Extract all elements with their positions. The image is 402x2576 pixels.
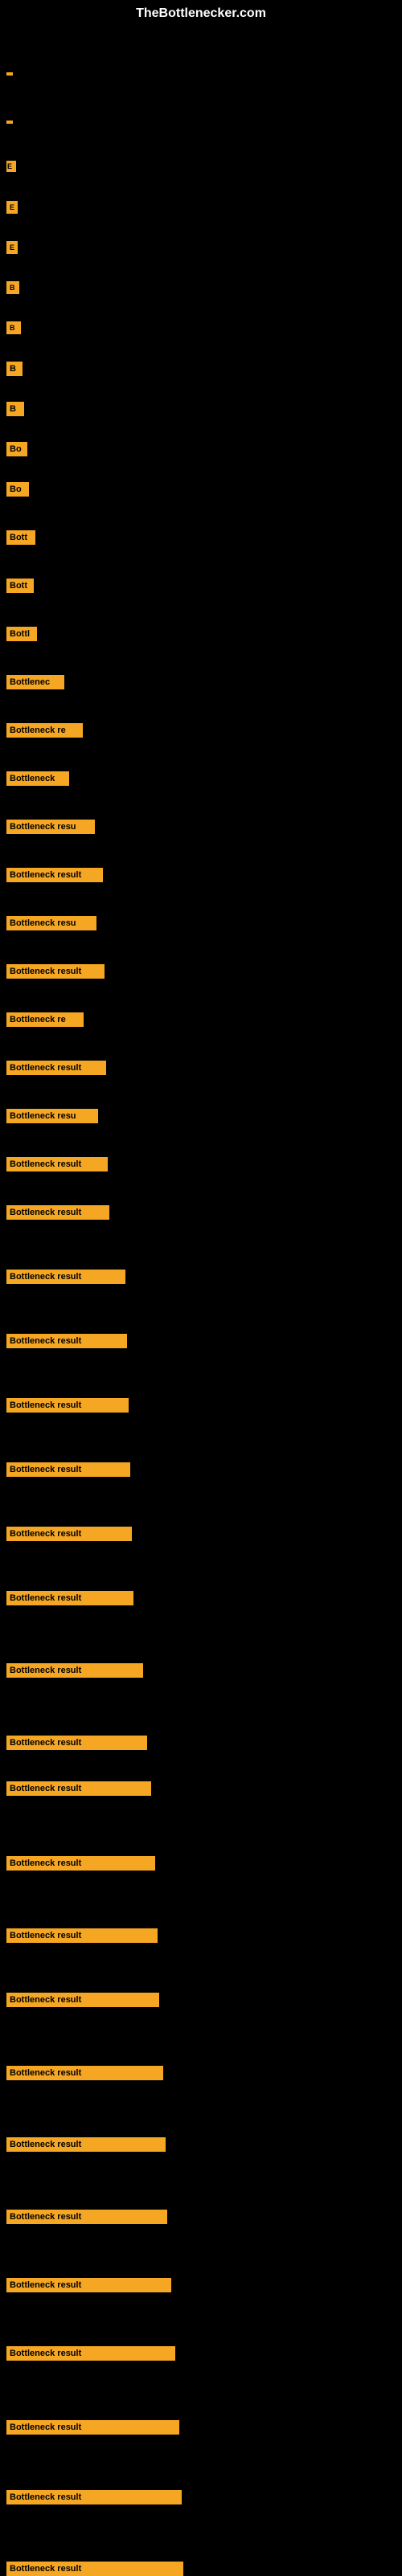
bar-label: B <box>6 402 24 416</box>
bar-item: B <box>6 402 24 416</box>
bar-label: Bottleneck result <box>6 2278 171 2292</box>
bar-label: Bottleneck result <box>6 1993 159 2007</box>
bar-item <box>6 121 13 124</box>
bar-label: Bottleneck result <box>6 1157 108 1171</box>
bar-label: Bottlenec <box>6 675 64 689</box>
bar-item: Bottlenec <box>6 675 64 689</box>
bar-label: Bottleneck result <box>6 2210 167 2224</box>
bar-label: Bottleneck result <box>6 2137 166 2152</box>
bar-item: Bottleneck re <box>6 723 83 738</box>
bar-label: Bottleneck result <box>6 1736 147 1750</box>
bar-item: Bottleneck result <box>6 1993 159 2007</box>
bar-item: Bottleneck result <box>6 2210 167 2224</box>
bar-item: Bottleneck result <box>6 2562 183 2576</box>
bar-label: Bottleneck result <box>6 1398 129 1413</box>
bar-label: Bottleneck resu <box>6 820 95 834</box>
bar-item: E <box>6 201 18 214</box>
bar-label: Bottl <box>6 627 37 641</box>
bar-label: Bottleneck result <box>6 1270 125 1284</box>
bar-label: Bottleneck result <box>6 1205 109 1220</box>
bar-item: Bottleneck result <box>6 1928 158 1943</box>
bar-label: E <box>6 201 18 214</box>
bar-item: Bottleneck result <box>6 1462 130 1477</box>
bar-item: E <box>6 161 16 172</box>
bar-item <box>6 72 13 76</box>
bar-item: Bottleneck resu <box>6 1109 98 1123</box>
bar-item: Bottleneck result <box>6 964 105 979</box>
bar-item: Bottleneck result <box>6 2278 171 2292</box>
site-title: TheBottlenecker.com <box>136 6 266 21</box>
bar-label: Bo <box>6 482 29 497</box>
bar-item: E <box>6 241 18 254</box>
bar-item: Bottleneck result <box>6 1663 143 1678</box>
bar-label: Bo <box>6 442 27 456</box>
bar-item: Bott <box>6 530 35 545</box>
bar-item: Bottleneck result <box>6 1856 155 1871</box>
bar-label: B <box>6 281 19 294</box>
bar-item: Bottleneck result <box>6 2490 182 2504</box>
bar-item: Bottleneck result <box>6 2066 163 2080</box>
bar-label: E <box>6 161 16 172</box>
bar-item: Bottl <box>6 627 37 641</box>
bar-item: Bottleneck result <box>6 1591 133 1605</box>
bar-item: Bo <box>6 442 27 456</box>
bar-label: Bottleneck resu <box>6 916 96 930</box>
bar-item: Bottleneck resu <box>6 820 95 834</box>
bar-label: B <box>6 362 23 376</box>
bar-label: Bottleneck resu <box>6 1109 98 1123</box>
bar-item: Bottleneck result <box>6 1398 129 1413</box>
bar-item: Bottleneck result <box>6 2346 175 2361</box>
bar-label: Bottleneck result <box>6 1334 127 1348</box>
bar-label: Bottleneck re <box>6 723 83 738</box>
bar-label: Bottleneck result <box>6 2490 182 2504</box>
bar-item: Bottleneck result <box>6 2137 166 2152</box>
bar-item: Bottleneck <box>6 771 69 786</box>
bar-label: Bottleneck <box>6 771 69 786</box>
bar-item: Bottleneck result <box>6 868 103 882</box>
bar-label: Bottleneck result <box>6 1928 158 1943</box>
bar-item: Bottleneck result <box>6 1334 127 1348</box>
bar-label: Bottleneck result <box>6 2420 179 2435</box>
bar-item: B <box>6 281 19 294</box>
bar-label <box>6 121 13 124</box>
bar-label: Bottleneck result <box>6 1781 151 1796</box>
bar-item: Bottleneck result <box>6 1157 108 1171</box>
bar-label: Bottleneck result <box>6 2562 183 2576</box>
bar-label: Bottleneck result <box>6 1061 106 1075</box>
bar-item: Bottleneck result <box>6 1205 109 1220</box>
bar-label <box>6 72 13 76</box>
bar-item: Bottleneck result <box>6 2420 179 2435</box>
bar-item: Bottleneck re <box>6 1012 84 1027</box>
bar-item: Bo <box>6 482 29 497</box>
bar-item: Bottleneck result <box>6 1781 151 1796</box>
bar-label: Bottleneck result <box>6 1462 130 1477</box>
bar-label: Bottleneck re <box>6 1012 84 1027</box>
bar-label: Bottleneck result <box>6 964 105 979</box>
bar-item: Bottleneck result <box>6 1270 125 1284</box>
bar-label: Bottleneck result <box>6 868 103 882</box>
bar-item: B <box>6 362 23 376</box>
bar-label: Bottleneck result <box>6 1591 133 1605</box>
bar-label: Bottleneck result <box>6 2066 163 2080</box>
bar-item: Bottleneck result <box>6 1061 106 1075</box>
bar-label: Bottleneck result <box>6 2346 175 2361</box>
bar-label: Bottleneck result <box>6 1856 155 1871</box>
bar-item: Bottleneck result <box>6 1527 132 1541</box>
bar-item: Bottleneck result <box>6 1736 147 1750</box>
bar-item: B <box>6 321 21 334</box>
bar-label: B <box>6 321 21 334</box>
bar-label: Bottleneck result <box>6 1663 143 1678</box>
bar-item: Bott <box>6 579 34 593</box>
bar-label: Bott <box>6 579 34 593</box>
bar-label: Bottleneck result <box>6 1527 132 1541</box>
bar-item: Bottleneck resu <box>6 916 96 930</box>
bar-label: Bott <box>6 530 35 545</box>
bar-label: E <box>6 241 18 254</box>
